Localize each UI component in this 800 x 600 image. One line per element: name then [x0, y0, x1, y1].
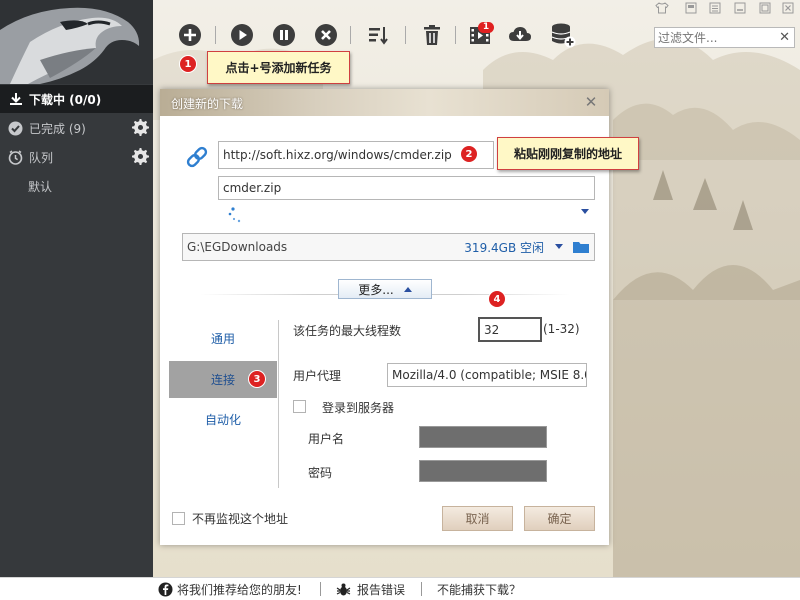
pause-icon[interactable]	[272, 23, 296, 47]
dialog-close-icon[interactable]: ✕	[583, 94, 599, 110]
link-icon	[186, 146, 208, 168]
step-number-3: 3	[249, 371, 265, 387]
toolbar-separator	[215, 26, 216, 44]
max-threads-value: 32	[484, 322, 500, 337]
filename-dropdown-icon[interactable]	[580, 209, 590, 215]
download-icon	[10, 93, 22, 105]
filter-box: ✕	[654, 27, 795, 48]
gear-icon[interactable]	[132, 119, 149, 136]
check-circle-icon	[8, 121, 23, 135]
status-separator	[320, 582, 321, 596]
tab-general-label: 通用	[210, 332, 235, 346]
user-agent-label: 用户代理	[293, 369, 342, 383]
chevron-up-icon	[403, 286, 412, 292]
sidebar-item-label: 默认	[28, 179, 53, 194]
cloud-download-icon[interactable]	[508, 23, 532, 47]
recommend-link[interactable]: 将我们推荐给您的朋友!	[158, 581, 302, 598]
step-number-4: 4	[489, 291, 505, 307]
cancel-button-label: 取消	[465, 512, 490, 526]
recommend-label: 将我们推荐给您的朋友!	[177, 583, 302, 597]
login-label: 登录到服务器	[322, 401, 395, 415]
url-value: http://soft.hixz.org/windows/cmder.zip	[223, 148, 452, 162]
callout-add-task: 点击+号添加新任务	[207, 51, 350, 84]
filename-field[interactable]: cmder.zip	[218, 176, 595, 200]
url-field[interactable]: http://soft.hixz.org/windows/cmder.zip	[218, 141, 494, 169]
more-button-label: 更多...	[358, 282, 394, 297]
tab-automation-label: 自动化	[204, 413, 241, 427]
skin-icon[interactable]	[655, 2, 669, 14]
cannot-capture-label: 不能捕获下载？	[437, 583, 522, 597]
clear-filter-icon[interactable]: ✕	[779, 30, 790, 45]
sidebar-item-default[interactable]: 默认	[0, 172, 153, 200]
save-path-value: G:\EGDownloads	[187, 240, 288, 254]
status-bar: 将我们推荐给您的朋友! 报告错误 不能捕获下载？	[0, 577, 800, 600]
clock-icon	[8, 149, 23, 165]
gear-icon[interactable]	[132, 148, 149, 165]
username-label: 用户名	[308, 432, 345, 446]
no-monitor-checkbox[interactable]	[172, 512, 185, 525]
filter-input[interactable]	[655, 28, 771, 47]
sort-icon[interactable]	[366, 23, 390, 47]
sidebar-item-queue[interactable]: 队列	[0, 143, 153, 171]
loading-spinner-icon	[228, 207, 241, 223]
ok-button-label: 确定	[547, 512, 572, 526]
folder-icon[interactable]	[572, 240, 590, 254]
stop-icon[interactable]	[314, 23, 338, 47]
user-agent-value: Mozilla/4.0 (compatible; MSIE 8.0	[392, 368, 587, 382]
add-task-icon[interactable]	[178, 23, 202, 47]
play-icon[interactable]	[230, 23, 254, 47]
report-label: 报告错误	[357, 583, 406, 597]
path-dropdown-icon[interactable]	[554, 244, 564, 250]
cancel-button[interactable]: 取消	[442, 506, 513, 531]
cannot-capture-link[interactable]: 不能捕获下载？	[437, 581, 521, 598]
facebook-icon	[158, 582, 173, 597]
tabs-divider	[278, 320, 279, 488]
max-threads-input[interactable]: 32	[478, 317, 542, 342]
max-threads-label: 该任务的最大线程数	[293, 324, 402, 338]
tab-automation[interactable]: 自动化	[169, 401, 277, 438]
menu-icon[interactable]	[708, 2, 722, 14]
bug-icon	[336, 583, 351, 596]
sidebar-item-completed[interactable]: 已完成 (9)	[0, 114, 153, 142]
ok-button[interactable]: 确定	[524, 506, 595, 531]
max-threads-range: (1-32)	[543, 322, 580, 336]
sidebar-item-label: 队列	[29, 150, 54, 165]
eagle-logo	[0, 0, 153, 84]
status-separator	[421, 582, 422, 596]
sidebar-item-downloading[interactable]: 下载中 (0/0)	[0, 85, 153, 113]
username-input[interactable]	[419, 426, 547, 448]
tab-connection-label: 连接	[210, 373, 235, 387]
database-add-icon[interactable]	[550, 22, 576, 48]
step-number-2: 2	[461, 146, 477, 162]
free-space: 319.4GB 空闲	[464, 240, 544, 255]
report-bug-link[interactable]: 报告错误	[336, 581, 405, 598]
no-monitor-label: 不再监视这个地址	[192, 512, 289, 526]
sidebar-item-label: 已完成 (9)	[29, 121, 86, 136]
trash-icon[interactable]	[420, 23, 444, 47]
sidebar-item-label: 下载中 (0/0)	[29, 92, 102, 107]
password-input[interactable]	[419, 460, 547, 482]
maximize-icon[interactable]	[758, 2, 772, 14]
minimize-icon[interactable]	[733, 2, 747, 14]
notification-badge: 1	[478, 22, 494, 33]
toolbar-separator	[455, 26, 456, 44]
callout-paste-url: 粘贴刚刚复制的地址	[497, 137, 639, 170]
step-number-1: 1	[180, 56, 196, 72]
toolbar-separator	[350, 26, 351, 44]
toolbar-separator	[405, 26, 406, 44]
dialog-title: 创建新的下载	[171, 97, 244, 111]
close-window-icon[interactable]	[781, 2, 795, 14]
password-label: 密码	[308, 466, 333, 480]
compact-mode-icon[interactable]	[684, 2, 698, 14]
user-agent-input[interactable]: Mozilla/4.0 (compatible; MSIE 8.0	[387, 363, 587, 387]
save-path-field[interactable]: G:\EGDownloads 319.4GB 空闲	[182, 233, 595, 261]
tab-general[interactable]: 通用	[169, 320, 277, 357]
filename-value: cmder.zip	[223, 181, 282, 195]
login-checkbox[interactable]	[293, 400, 306, 413]
more-button[interactable]: 更多...	[338, 279, 432, 299]
